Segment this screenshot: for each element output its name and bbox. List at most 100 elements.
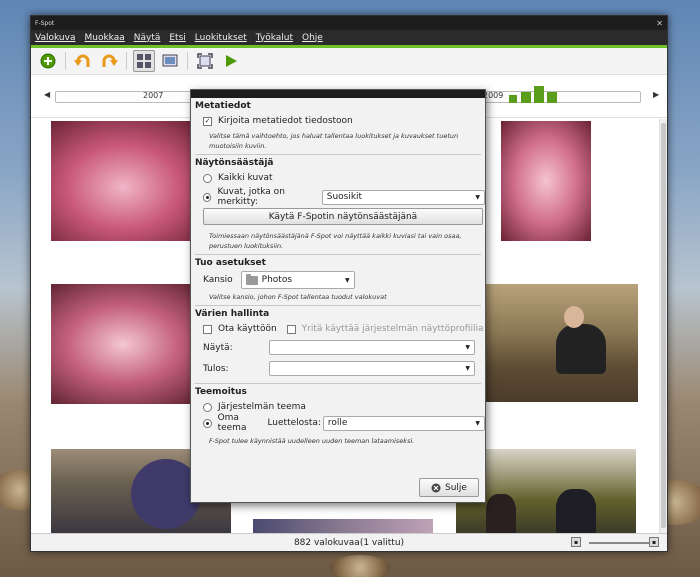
tagged-photos-row[interactable]: Kuvat, jotka on merkitty: Suosikit ▼ bbox=[191, 187, 485, 207]
color-heading: Värien hallinta bbox=[195, 309, 270, 319]
rotate-left-icon[interactable] bbox=[72, 50, 94, 72]
chevron-down-icon: ▼ bbox=[345, 276, 350, 284]
toolbar-separator bbox=[65, 52, 66, 70]
display-profile-combo[interactable]: ▼ bbox=[269, 340, 475, 355]
metadata-hint: Valitse tämä vaihtoehto, jos haluat tall… bbox=[209, 132, 459, 150]
theme-combo-value: rolle bbox=[327, 418, 348, 428]
dialog-title-bar bbox=[191, 90, 485, 98]
timeline-left-arrow[interactable]: ◀ bbox=[44, 90, 50, 99]
timeline-year-2007: 2007 bbox=[143, 91, 164, 100]
import-folder-label: Kansio bbox=[203, 275, 233, 285]
browse-icon[interactable] bbox=[133, 50, 155, 72]
photo-thumbnail[interactable] bbox=[51, 121, 211, 241]
close-button-label: Sulje bbox=[445, 482, 467, 493]
preferences-dialog: Metatiedot ✓ Kirjoita metatiedot tiedost… bbox=[190, 89, 486, 503]
metadata-heading: Metatiedot bbox=[195, 101, 251, 111]
tag-combo[interactable]: Suosikit ▼ bbox=[321, 189, 485, 205]
menu-find[interactable]: Etsi bbox=[169, 33, 185, 43]
section-divider bbox=[195, 254, 481, 255]
theme-heading: Teemoitus bbox=[195, 387, 247, 397]
folder-icon bbox=[245, 273, 258, 285]
close-button[interactable]: Sulje bbox=[419, 478, 479, 497]
photo-thumbnail[interactable] bbox=[486, 284, 638, 402]
menu-edit[interactable]: Muokkaa bbox=[84, 33, 124, 43]
from-list-label: Luettelosta: bbox=[267, 418, 321, 428]
import-folder-value: Photos bbox=[261, 275, 293, 285]
status-bar: 882 valokuvaa(1 valittu) ▪ ▪ bbox=[31, 533, 667, 551]
import-folder-combo[interactable]: Photos ▼ bbox=[240, 271, 355, 289]
photo-thumbnail[interactable] bbox=[51, 284, 211, 404]
custom-theme-label: Oma teema bbox=[217, 413, 247, 433]
screensaver-heading: Näytönsäästäjä bbox=[195, 158, 274, 168]
section-divider bbox=[195, 154, 481, 155]
write-metadata-checkbox[interactable]: ✓ bbox=[203, 116, 212, 126]
screensaver-hint: Toimiessaan näytönsäästäjänä F-Spot voi … bbox=[209, 232, 462, 250]
write-metadata-row[interactable]: ✓ Kirjoita metatiedot tiedostoon bbox=[191, 113, 485, 129]
color-enable-label: Ota käyttöön bbox=[218, 324, 277, 334]
tagged-photos-radio[interactable] bbox=[203, 192, 212, 202]
menu-tools[interactable]: Työkalut bbox=[256, 33, 293, 43]
photo-count: 882 valokuvaa(1 valittu) bbox=[293, 537, 405, 548]
edit-image-icon[interactable] bbox=[159, 50, 181, 72]
grid-scrollbar[interactable] bbox=[659, 119, 667, 535]
timeline-bar bbox=[547, 92, 557, 103]
chevron-down-icon: ▼ bbox=[475, 419, 480, 427]
write-metadata-label: Kirjoita metatiedot tiedostoon bbox=[218, 116, 353, 126]
output-profile-row: Tulos: ▼ bbox=[191, 358, 485, 379]
output-profile-combo[interactable]: ▼ bbox=[269, 361, 475, 376]
toolbar-separator bbox=[126, 52, 127, 70]
fullscreen-icon[interactable] bbox=[194, 50, 216, 72]
scrollbar-thumb[interactable] bbox=[661, 123, 666, 528]
slideshow-icon[interactable] bbox=[220, 50, 242, 72]
use-screensaver-button[interactable]: Käytä F-Spotin näytönsäästäjänä bbox=[203, 208, 483, 225]
timeline-bar bbox=[509, 95, 517, 103]
system-theme-label: Järjestelmän teema bbox=[218, 402, 306, 412]
import-hint: Valitse kansio, johon F-Spot tallentaa t… bbox=[209, 293, 387, 301]
output-profile-label: Tulos: bbox=[203, 363, 229, 374]
color-enable-checkbox[interactable] bbox=[203, 324, 212, 334]
system-profile-checkbox[interactable] bbox=[286, 324, 296, 334]
menu-bar: Valokuva Muokkaa Näytä Etsi Luokitukset … bbox=[31, 30, 667, 48]
import-folder-row: Kansio Photos ▼ bbox=[191, 270, 485, 290]
timeline-bar bbox=[534, 86, 544, 103]
color-enable-row: Ota käyttöön Yritä käyttää järjestelmän … bbox=[191, 321, 485, 337]
display-profile-label: Näytä: bbox=[203, 342, 233, 353]
chevron-down-icon: ▼ bbox=[465, 365, 470, 372]
display-profile-row: Näytä: ▼ bbox=[191, 337, 485, 358]
custom-theme-row[interactable]: Oma teema Luettelosta: rolle ▼ bbox=[191, 413, 485, 433]
chevron-down-icon: ▼ bbox=[475, 193, 480, 201]
custom-theme-radio[interactable] bbox=[203, 418, 212, 428]
menu-photo[interactable]: Valokuva bbox=[35, 33, 75, 43]
toolbar bbox=[31, 48, 667, 75]
photo-thumbnail[interactable] bbox=[501, 121, 591, 241]
import-heading: Tuo asetukset bbox=[195, 258, 266, 268]
all-photos-row[interactable]: Kaikki kuvat bbox=[191, 170, 485, 186]
system-profile-label: Yritä käyttää järjestelmän näyttöprofiil… bbox=[301, 324, 484, 334]
timeline-year-2009: 2009 bbox=[483, 91, 504, 100]
tag-combo-value: Suosikit bbox=[326, 192, 363, 202]
timeline-bar bbox=[521, 92, 531, 103]
close-window-icon[interactable]: ✕ bbox=[656, 19, 663, 28]
toolbar-separator bbox=[187, 52, 188, 70]
section-divider bbox=[195, 383, 481, 384]
zoom-slider[interactable] bbox=[589, 542, 649, 544]
zoom-in-icon[interactable]: ▪ bbox=[649, 537, 659, 547]
window-title: F-Spot bbox=[35, 19, 55, 27]
menu-view[interactable]: Näytä bbox=[134, 33, 161, 43]
add-icon[interactable] bbox=[37, 50, 59, 72]
all-photos-label: Kaikki kuvat bbox=[218, 173, 273, 183]
all-photos-radio[interactable] bbox=[203, 173, 212, 183]
theme-combo[interactable]: rolle ▼ bbox=[322, 415, 485, 431]
chevron-down-icon: ▼ bbox=[465, 344, 470, 351]
close-icon bbox=[431, 483, 441, 492]
system-theme-radio[interactable] bbox=[203, 402, 212, 412]
zoom-out-icon[interactable]: ▪ bbox=[571, 537, 581, 547]
title-bar: F-Spot ✕ bbox=[31, 16, 667, 30]
theme-hint: F-Spot tulee käynnistää uudelleen uuden … bbox=[209, 437, 415, 445]
menu-help[interactable]: Ohje bbox=[302, 33, 323, 43]
desktop-stump bbox=[330, 555, 390, 577]
timeline-right-arrow[interactable]: ▶ bbox=[653, 90, 659, 99]
rotate-right-icon[interactable] bbox=[98, 50, 120, 72]
menu-tags[interactable]: Luokitukset bbox=[195, 33, 247, 43]
section-divider bbox=[195, 305, 481, 306]
